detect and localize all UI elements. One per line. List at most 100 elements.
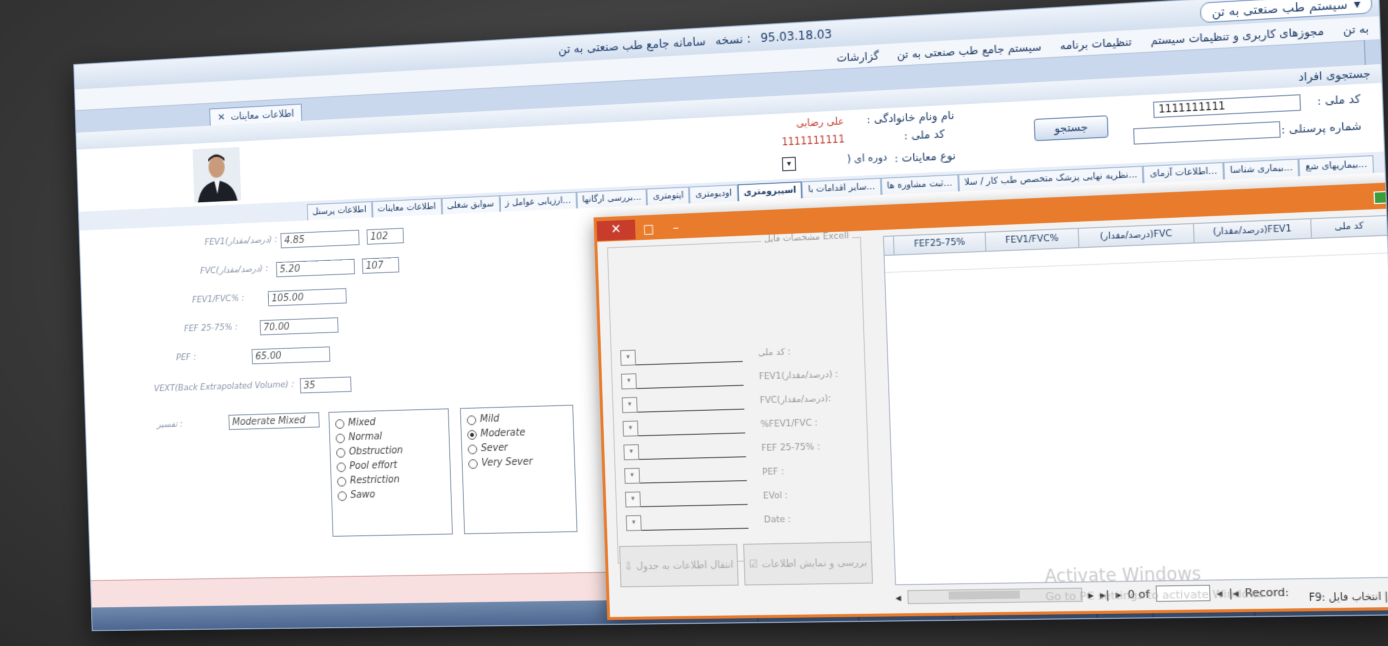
window-title: سامانه جامع طب صنعتی به تن — [558, 34, 706, 57]
watermark-line2: Go to PC settings to activate Windows. — [1045, 586, 1269, 604]
radio-circle-icon — [337, 490, 347, 501]
chevron-down-icon: ▾ — [1353, 0, 1361, 12]
person-photo — [192, 147, 242, 203]
watermark-line1: Activate Windows — [1044, 564, 1202, 588]
main-window: سامانه جامع طب صنعتی به تن نسخه : 95.03.… — [73, 0, 1388, 632]
map-field[interactable] — [639, 465, 747, 484]
transfer-icon: ⇩ — [624, 561, 633, 573]
fev1-label: FEV1(درصد/مقدار) : — [204, 235, 278, 248]
map-row-date: ▾ Date : — [625, 511, 792, 532]
radio-circle-icon — [335, 418, 345, 429]
close-icon[interactable]: ✕ — [217, 112, 225, 123]
map-label: EVol : — [762, 491, 788, 502]
radio-label: Mild — [479, 413, 500, 425]
chevron-down-icon[interactable]: ▾ — [620, 373, 637, 390]
radio-circle-icon — [336, 476, 347, 487]
vext-label: VEXT(Back Extrapolated Volume) : — [153, 380, 295, 395]
search-button[interactable]: جستجو — [1033, 115, 1109, 142]
subtab-optometry[interactable]: اپتومتری — [646, 186, 690, 206]
chevron-down-icon[interactable]: ▾ — [624, 491, 641, 508]
fvc-label: FVC(درصد/مقدار) : — [200, 264, 269, 277]
national-code-input[interactable]: 1111111111 — [1153, 94, 1301, 119]
screen-perspective: سامانه جامع طب صنعتی به تن نسخه : 95.03.… — [73, 0, 1388, 632]
radio-label: Very Sever — [481, 456, 533, 469]
fev1fvc-label: FEV1/FVC% : — [192, 293, 245, 306]
radio-label: Moderate — [480, 427, 526, 440]
radio-very-sever[interactable]: Very Sever — [468, 454, 569, 471]
version-number: 95.03.18.03 — [760, 26, 833, 45]
fev1-percent-input[interactable]: 102 — [366, 227, 404, 245]
personnel-no-label: شماره پرسنلی : — [1281, 119, 1362, 137]
radio-circle-icon — [468, 458, 478, 469]
transfer-to-table-button[interactable]: ⇩ انتقال اطلاعات به جدول — [619, 543, 739, 588]
map-label: Date : — [763, 514, 792, 526]
close-icon[interactable]: ✕ — [596, 219, 636, 241]
excel-import-dialog: ✕ □ – مشخصات فایل Excell ▾ کد ملی : ▾ FEV1… — [593, 182, 1388, 620]
chevron-down-icon[interactable]: ▾ — [623, 444, 640, 461]
fvc-value-input[interactable]: 5.20 — [275, 258, 356, 278]
map-label: PEF : — [762, 467, 785, 478]
radio-circle-icon — [335, 433, 346, 443]
map-row-evol: ▾ EVol : — [624, 487, 788, 508]
map-field[interactable] — [641, 513, 749, 531]
exam-type-label: نوع معاینات : — [894, 149, 956, 166]
chevron-down-icon[interactable]: ▾ — [622, 420, 639, 437]
fev1fvc-input[interactable]: 105.00 — [267, 288, 347, 307]
menu-item-beton[interactable]: به تن — [1343, 22, 1369, 37]
pef-input[interactable]: 65.00 — [251, 346, 331, 365]
tab-label: اطلاعات معاینات — [230, 108, 295, 123]
transfer-button-label: انتقال اطلاعات به جدول — [636, 559, 734, 572]
fef-input[interactable]: 70.00 — [259, 317, 339, 336]
pattern-radio-group: Mixed Normal Obstruction Pool effort Res… — [328, 408, 453, 537]
minimize-icon[interactable]: – — [662, 220, 690, 235]
chevron-down-icon[interactable]: ▾ — [625, 515, 642, 532]
menu-item-reports[interactable]: گزارشات — [836, 49, 879, 64]
radio-selected-icon — [467, 429, 477, 440]
app-icon — [1373, 191, 1387, 205]
check-display-button[interactable]: ☑ بررسی و نمایش اطلاعات — [743, 541, 874, 586]
fef-label: FEF 25-75% : — [184, 322, 238, 335]
map-label: %FEV1/FVC : — [760, 418, 818, 431]
map-label: FVC(درصد/مقدار): — [759, 394, 832, 407]
severity-radio-group: Mild Moderate Sever Very Sever — [459, 404, 578, 535]
col-fev1fvc[interactable]: %FEV1/FVC — [984, 228, 1079, 251]
col-fef[interactable]: FEF25-75% — [892, 232, 986, 255]
map-field[interactable] — [637, 394, 745, 413]
map-label: کد ملی : — [757, 347, 791, 359]
map-field[interactable] — [637, 418, 746, 436]
interpretation-input[interactable]: Moderate Mixed — [228, 412, 320, 431]
chevron-down-icon[interactable]: ▾ — [624, 467, 641, 484]
version-label: نسخه : — [715, 31, 751, 48]
radio-label: Normal — [348, 431, 383, 444]
map-field[interactable] — [635, 346, 743, 365]
scroll-left-icon[interactable]: ◂ — [895, 591, 901, 604]
radio-circle-icon — [336, 461, 346, 472]
col-national-code[interactable]: کد ملی — [1310, 216, 1388, 238]
radio-label: Sawo — [350, 489, 376, 501]
activation-watermark: Activate Windows Go to PC settings to ac… — [1044, 563, 1268, 607]
fvc-percent-input[interactable]: 107 — [361, 256, 400, 274]
code-label: کد ملی : — [903, 127, 945, 143]
map-row-pef: ▾ PEF : — [624, 463, 784, 485]
vext-input[interactable]: 35 — [299, 376, 352, 394]
scroll-thumb[interactable] — [948, 590, 1020, 600]
restore-icon[interactable]: □ — [635, 221, 662, 236]
map-field[interactable] — [636, 370, 744, 389]
personnel-no-input[interactable] — [1133, 121, 1281, 145]
exam-type-dropdown[interactable]: ▾ — [781, 156, 797, 172]
chevron-down-icon[interactable]: ▾ — [621, 396, 638, 414]
fev1-value-input[interactable]: 4.85 — [280, 229, 360, 249]
chevron-down-icon[interactable]: ▾ — [620, 349, 637, 366]
menu-item-system[interactable]: سیستم جامع طب صنعتی به تن — [897, 40, 1042, 61]
map-field[interactable] — [640, 489, 748, 507]
exam-type-value[interactable]: دوره ای ( — [847, 152, 887, 165]
menu-item-app-settings[interactable]: تنظیمات برنامه — [1060, 35, 1132, 52]
map-label: FEF 25-75% : — [761, 442, 821, 454]
import-data-grid[interactable]: کد ملی FEV1(درصد/مقدار) FVC(درصد/مقدار) … — [882, 214, 1388, 586]
radio-sawo[interactable]: Sawo — [337, 486, 445, 503]
check-button-label: بررسی و نمایش اطلاعات — [761, 557, 868, 570]
fullname-value: علی رضایی — [796, 116, 845, 130]
map-field[interactable] — [638, 441, 747, 460]
map-label: FEV1(درصد/مقدار) : — [758, 369, 839, 383]
radio-label: Obstruction — [348, 445, 404, 458]
